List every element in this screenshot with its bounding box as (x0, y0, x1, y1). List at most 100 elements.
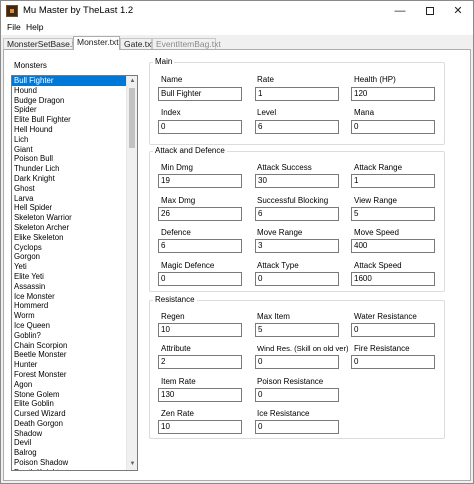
minimize-button[interactable]: — (385, 1, 415, 21)
list-item[interactable]: Gorgon (12, 252, 127, 262)
list-item[interactable]: Death Knight (12, 468, 127, 470)
close-icon: ✕ (453, 5, 463, 17)
move-range-label: Move Range (257, 228, 303, 237)
attribute-label: Attribute (161, 344, 191, 353)
poison-resistance-field[interactable]: 0 (255, 388, 339, 402)
attack-range-field[interactable]: 1 (351, 174, 435, 188)
scroll-up-arrow-icon[interactable]: ▲ (127, 76, 137, 87)
name-field[interactable]: Bull Fighter (158, 87, 242, 101)
list-item[interactable]: Poison Shadow (12, 458, 127, 468)
list-item[interactable]: Spider (12, 105, 127, 115)
list-item[interactable]: Giant (12, 145, 127, 155)
app-window: Mu Master by TheLast 1.2 — ✕ File Help M… (0, 0, 474, 484)
min-dmg-label: Min Dmg (161, 163, 194, 172)
move-range-field[interactable]: 3 (255, 239, 339, 253)
list-item[interactable]: Beetle Monster (12, 350, 127, 360)
view-range-label: View Range (354, 196, 397, 205)
list-item[interactable]: Poison Bull (12, 154, 127, 164)
view-range-field[interactable]: 5 (351, 207, 435, 221)
list-item[interactable]: Budge Dragon (12, 96, 127, 106)
list-item[interactable]: Goblin? (12, 331, 127, 341)
wind-res-field[interactable]: 0 (255, 355, 339, 369)
mana-label: Mana (354, 108, 375, 117)
max-dmg-field[interactable]: 26 (158, 207, 242, 221)
successful-blocking-label: Successful Blocking (257, 196, 329, 205)
attack-type-field[interactable]: 0 (255, 272, 339, 286)
list-item[interactable]: Bull Fighter (12, 76, 127, 86)
list-item[interactable]: Elike Skeleton (12, 233, 127, 243)
health-label: Health (HP) (354, 75, 396, 84)
menu-help[interactable]: Help (23, 22, 46, 32)
level-label: Level (257, 108, 277, 117)
list-item[interactable]: Devil (12, 438, 127, 448)
move-speed-field[interactable]: 400 (351, 239, 435, 253)
monster-list-scrollbar[interactable]: ▲ ▼ (126, 76, 137, 470)
list-item[interactable]: Forest Monster (12, 370, 127, 380)
list-item[interactable]: Hell Spider (12, 203, 127, 213)
list-item[interactable]: Shadow (12, 429, 127, 439)
window-title: Mu Master by TheLast 1.2 (23, 5, 134, 16)
min-dmg-field[interactable]: 19 (158, 174, 242, 188)
list-item[interactable]: Balrog (12, 448, 127, 458)
list-item[interactable]: Cyclops (12, 243, 127, 253)
list-item[interactable]: Larva (12, 194, 127, 204)
list-item[interactable]: Stone Golem (12, 390, 127, 400)
defence-field[interactable]: 6 (158, 239, 242, 253)
title-bar[interactable]: Mu Master by TheLast 1.2 — ✕ (1, 1, 473, 21)
list-item[interactable]: Hell Hound (12, 125, 127, 135)
list-item[interactable]: Skeleton Warrior (12, 213, 127, 223)
tab-monster[interactable]: Monster.txt (73, 36, 120, 50)
list-item[interactable]: Lich (12, 135, 127, 145)
monster-list-items: Bull Fighter Hound Budge Dragon Spider Elite… (12, 76, 127, 470)
magic-defence-field[interactable]: 0 (158, 272, 242, 286)
list-item[interactable]: Ice Monster (12, 292, 127, 302)
list-item[interactable]: Ghost (12, 184, 127, 194)
max-dmg-label: Max Dmg (161, 196, 196, 205)
list-item[interactable]: Elite Bull Fighter (12, 115, 127, 125)
menu-file[interactable]: File (4, 22, 24, 32)
max-item-label: Max Item (257, 312, 290, 321)
attack-success-field[interactable]: 30 (255, 174, 339, 188)
attribute-field[interactable]: 2 (158, 355, 242, 369)
scroll-down-arrow-icon[interactable]: ▼ (127, 459, 137, 470)
poison-resistance-label: Poison Resistance (257, 377, 324, 386)
maximize-button[interactable] (415, 1, 445, 21)
list-item[interactable]: Assassin (12, 282, 127, 292)
list-item[interactable]: Hunter (12, 360, 127, 370)
index-field[interactable]: 0 (158, 120, 242, 134)
max-item-field[interactable]: 5 (255, 323, 339, 337)
list-item[interactable]: Chain Scorpion (12, 341, 127, 351)
rate-field[interactable]: 1 (255, 87, 339, 101)
list-item[interactable]: Worm (12, 311, 127, 321)
wind-res-label: Wind Res. (Skill on old ver) (257, 344, 349, 353)
zen-rate-field[interactable]: 10 (158, 420, 242, 434)
health-field[interactable]: 120 (351, 87, 435, 101)
fire-resistance-field[interactable]: 0 (351, 355, 435, 369)
water-resistance-field[interactable]: 0 (351, 323, 435, 337)
monster-list[interactable]: Bull Fighter Hound Budge Dragon Spider Elite… (11, 75, 138, 471)
list-item[interactable]: Hound (12, 86, 127, 96)
attack-speed-label: Attack Speed (354, 261, 402, 270)
list-item[interactable]: Death Gorgon (12, 419, 127, 429)
ice-resistance-field[interactable]: 0 (255, 420, 339, 434)
list-item[interactable]: Yeti (12, 262, 127, 272)
list-item[interactable]: Elite Goblin (12, 399, 127, 409)
list-item[interactable]: Agon (12, 380, 127, 390)
successful-blocking-field[interactable]: 6 (255, 207, 339, 221)
list-item[interactable]: Ice Queen (12, 321, 127, 331)
list-item[interactable]: Dark Knight (12, 174, 127, 184)
level-field[interactable]: 6 (255, 120, 339, 134)
list-item[interactable]: Skeleton Archer (12, 223, 127, 233)
attack-speed-field[interactable]: 1600 (351, 272, 435, 286)
mana-field[interactable]: 0 (351, 120, 435, 134)
list-item[interactable]: Cursed Wizard (12, 409, 127, 419)
regen-field[interactable]: 10 (158, 323, 242, 337)
close-button[interactable]: ✕ (443, 1, 473, 21)
scroll-thumb[interactable] (129, 88, 135, 148)
list-item[interactable]: Thunder Lich (12, 164, 127, 174)
list-item[interactable]: Hommerd (12, 301, 127, 311)
list-item[interactable]: Elite Yeti (12, 272, 127, 282)
item-rate-field[interactable]: 130 (158, 388, 242, 402)
minimize-icon: — (394, 5, 406, 17)
fire-resistance-label: Fire Resistance (354, 344, 410, 353)
